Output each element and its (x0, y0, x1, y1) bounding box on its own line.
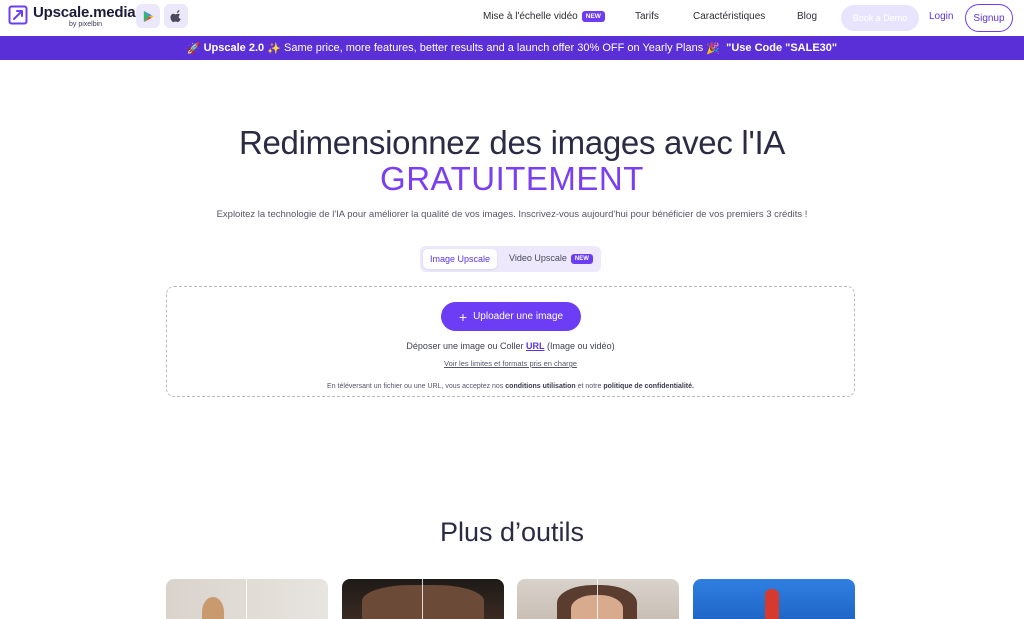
tool-card-4[interactable] (693, 579, 855, 619)
card-image-subject (202, 597, 224, 619)
signup-button[interactable]: Signup (965, 4, 1013, 32)
book-demo-button[interactable]: Book a Demo (841, 5, 919, 31)
sparkles-icon: ✨ (267, 42, 281, 55)
terms-text-mid: et notre (577, 383, 602, 390)
terms-notice: En téléversant un fichier ou une URL, vo… (167, 383, 854, 390)
privacy-policy-link[interactable]: politique de confidentialité. (603, 383, 694, 390)
new-badge: NEW (581, 11, 605, 22)
terms-of-use-link[interactable]: conditions utilisation (505, 383, 575, 390)
hero-title: Redimensionnez des images avec l'IA (238, 124, 786, 161)
logo-icon (8, 5, 28, 25)
card-image-subject (765, 589, 779, 619)
tool-card-3[interactable] (517, 579, 679, 619)
terms-text-before: En téléversant un fichier ou une URL, vo… (327, 383, 504, 390)
upload-dropzone[interactable]: + Uploader une image Déposer une image o… (166, 286, 855, 397)
nav-video-upscale-label: Mise à l'échelle vidéo (483, 11, 578, 22)
top-header: Upscale.media by pixelbin Mise à l'échel… (0, 0, 1024, 36)
logo-sub: by pixelbin (69, 21, 103, 28)
promo-banner[interactable]: 🚀 Upscale 2.0 ✨ Same price, more feature… (0, 36, 1024, 60)
compare-divider (597, 579, 598, 619)
compare-divider (422, 579, 423, 619)
nav-features[interactable]: Caractéristiques (693, 11, 765, 22)
drop-text-after: (Image ou vidéo) (547, 341, 615, 351)
paste-url-link[interactable]: URL (526, 341, 545, 351)
google-play-icon (143, 10, 154, 22)
logo-name: Upscale.media (33, 4, 136, 21)
tab-video-upscale[interactable]: Video Upscale NEW (509, 253, 593, 264)
promo-text: Same price, more features, better result… (283, 42, 704, 54)
drop-instructions: Déposer une image ou Coller URL (Image o… (167, 341, 854, 351)
tab-video-upscale-label: Video Upscale (509, 253, 567, 263)
nav-blog[interactable]: Blog (797, 11, 817, 22)
logo[interactable]: Upscale.media by pixelbin (8, 4, 136, 32)
limits-formats-link[interactable]: Voir les limites et formats pris en char… (167, 359, 854, 368)
upscale-tabs: Image Upscale Video Upscale NEW (420, 246, 601, 272)
hero-accent: GRATUITEMENT (380, 160, 644, 197)
rocket-icon: 🚀 (186, 42, 201, 55)
apple-icon (169, 9, 181, 22)
tool-card-2[interactable] (342, 579, 504, 619)
card-image-subject (362, 585, 484, 619)
tab-image-upscale[interactable]: Image Upscale (423, 249, 497, 269)
upload-image-button[interactable]: + Uploader une image (441, 302, 581, 331)
google-play-button[interactable] (136, 4, 160, 28)
drop-text-before: Déposer une image ou Coller (406, 341, 524, 351)
nav-video-upscale[interactable]: Mise à l'échelle vidéo NEW (483, 11, 605, 22)
tool-card-1[interactable] (166, 579, 328, 619)
promo-code: "Use Code "SALE30" (726, 42, 838, 54)
compare-divider (246, 579, 247, 619)
party-icon: 🎉 (706, 42, 720, 55)
plus-icon: + (458, 308, 468, 325)
app-store-button[interactable] (164, 4, 188, 28)
login-button[interactable]: Login (929, 11, 953, 22)
nav-pricing[interactable]: Tarifs (635, 11, 659, 22)
upload-image-label: Uploader une image (473, 311, 564, 322)
new-badge: NEW (570, 254, 593, 264)
more-tools-title: Plus d’outils (439, 517, 585, 547)
hero-subtitle: Exploitez la technologie de l'IA pour am… (216, 209, 808, 220)
promo-version: Upscale 2.0 (203, 42, 265, 54)
